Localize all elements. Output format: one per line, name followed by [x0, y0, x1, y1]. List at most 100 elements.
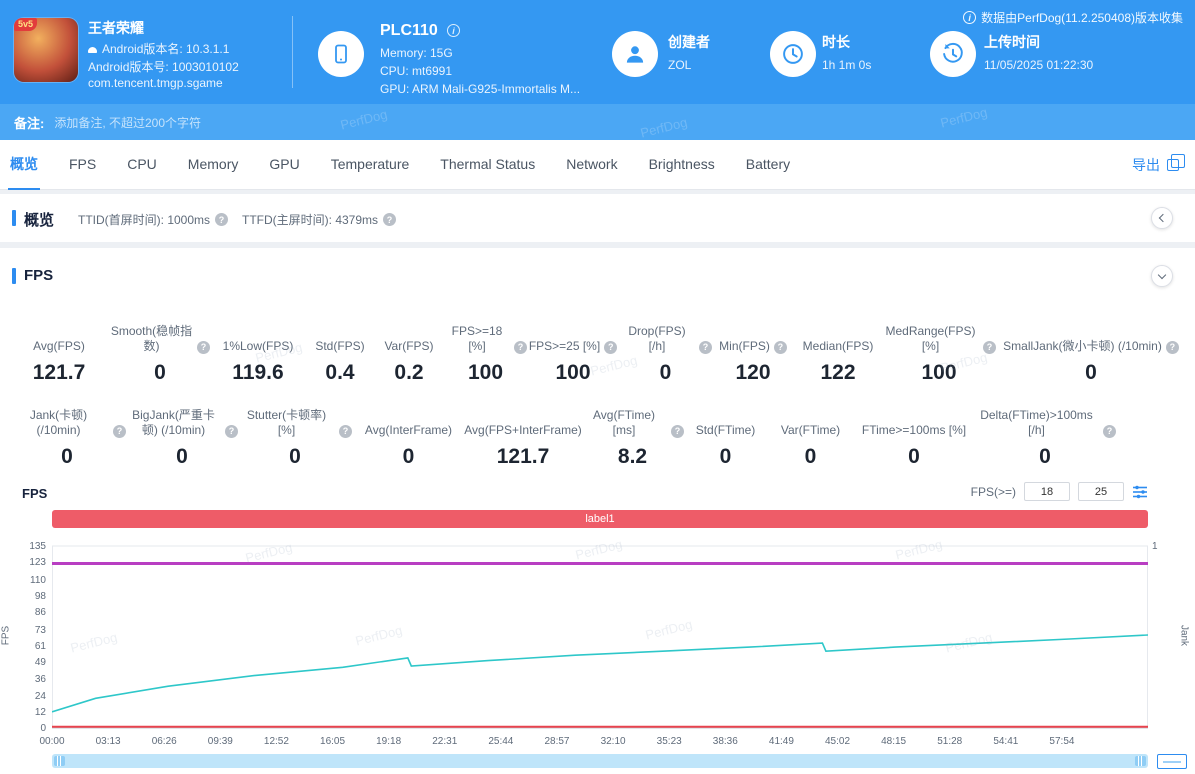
- help-icon[interactable]: ?: [774, 341, 787, 354]
- tab-fps[interactable]: FPS: [67, 140, 98, 190]
- help-icon[interactable]: ?: [514, 341, 527, 354]
- metric-fps-18: FPS>=18 [%]?100: [444, 314, 527, 385]
- note-bar[interactable]: 备注: 添加备注, 不超过200个字符: [0, 104, 1195, 140]
- x-tick: 19:18: [365, 736, 413, 747]
- chart-horizontal-scrollbar[interactable]: [52, 754, 1148, 768]
- android-icon: [88, 47, 97, 53]
- x-tick: 09:39: [196, 736, 244, 747]
- x-tick: 38:36: [701, 736, 749, 747]
- help-icon[interactable]: ?: [1166, 341, 1179, 354]
- help-icon[interactable]: ?: [383, 213, 396, 226]
- app-badge: 5v5: [14, 18, 37, 31]
- phone-icon: [318, 31, 364, 77]
- export-button[interactable]: 导出: [1132, 140, 1179, 190]
- note-placeholder: 添加备注, 不超过200个字符: [54, 114, 201, 131]
- metric-label: Avg(FPS+InterFrame): [464, 423, 581, 438]
- metric-value: 100: [468, 361, 503, 385]
- device-cpu: CPU: mt6991: [380, 64, 452, 78]
- metric-value: 0: [805, 445, 817, 469]
- help-icon[interactable]: ?: [604, 341, 617, 354]
- y-tick: 98: [16, 591, 46, 602]
- metric-jank-10min: Jank(卡顿) (/10min)?0: [8, 398, 126, 469]
- metric-label: Stutter(卡顿率) [%]: [238, 408, 335, 438]
- help-icon[interactable]: ?: [225, 425, 238, 438]
- metric-value: 121.7: [497, 445, 550, 469]
- tab-temperature[interactable]: Temperature: [329, 140, 412, 190]
- metric-std-fps: Std(FPS)0.4: [306, 314, 374, 385]
- metric-label: Jank(卡顿) (/10min): [8, 408, 109, 438]
- metric-value: 0: [403, 445, 415, 469]
- x-tick: 57:54: [1038, 736, 1086, 747]
- scrollbar-left-handle[interactable]: [54, 756, 65, 766]
- y-tick: 12: [16, 707, 46, 718]
- y-tick: 123: [16, 557, 46, 568]
- chart-settings-icon[interactable]: [1132, 484, 1148, 500]
- help-icon[interactable]: ?: [983, 341, 996, 354]
- device-info-icon[interactable]: i: [447, 24, 460, 37]
- metric-label: Delta(FTime)>100ms [/h]: [974, 408, 1099, 438]
- y-tick: 49: [16, 657, 46, 668]
- metric-value: 0.4: [325, 361, 354, 385]
- help-icon[interactable]: ?: [197, 341, 210, 354]
- scrollbar-end-button[interactable]: [1157, 754, 1187, 769]
- ttid-metric: TTID(首屏时间): 1000ms?: [78, 211, 228, 228]
- metric-value: 119.6: [232, 361, 283, 385]
- scrollbar-right-handle[interactable]: [1135, 756, 1146, 766]
- metric-label: Var(FTime): [781, 423, 840, 438]
- tab-thermal-status[interactable]: Thermal Status: [438, 140, 537, 190]
- help-icon[interactable]: ?: [339, 425, 352, 438]
- panel-accent: [12, 210, 16, 226]
- metric-median-fps: Median(FPS)122: [794, 314, 882, 385]
- overview-title: 概览: [24, 209, 54, 230]
- x-tick: 32:10: [589, 736, 637, 747]
- help-icon[interactable]: ?: [699, 341, 712, 354]
- help-icon[interactable]: ?: [1103, 425, 1116, 438]
- creator-icon: [612, 31, 658, 77]
- tab-cpu[interactable]: CPU: [125, 140, 159, 190]
- creator-value: ZOL: [668, 58, 691, 72]
- metric-smalljank-10min: SmallJank(微小卡顿) (/10min)?0: [996, 314, 1186, 385]
- chart-label-banner: label1: [52, 510, 1148, 528]
- duration-value: 1h 1m 0s: [822, 58, 871, 72]
- threshold-label: FPS(>=): [971, 485, 1016, 499]
- threshold-input-2[interactable]: [1078, 482, 1124, 501]
- tab-brightness[interactable]: Brightness: [647, 140, 717, 190]
- app-version-name: Android版本名: 10.3.1.1: [88, 40, 229, 57]
- help-icon[interactable]: ?: [215, 213, 228, 226]
- x-tick: 54:41: [982, 736, 1030, 747]
- help-icon[interactable]: ?: [113, 425, 126, 438]
- tab-memory[interactable]: Memory: [186, 140, 241, 190]
- tab-network[interactable]: Network: [564, 140, 619, 190]
- help-icon[interactable]: ?: [671, 425, 684, 438]
- device-model: PLC110: [380, 22, 438, 40]
- fps-collapse-button[interactable]: [1151, 265, 1173, 287]
- metric-ftime-100ms: FTime>=100ms [%]0: [854, 398, 974, 469]
- threshold-input-1[interactable]: [1024, 482, 1070, 501]
- y-tick-right: 1: [1152, 541, 1158, 552]
- x-tick: 45:02: [814, 736, 862, 747]
- metric-min-fps: Min(FPS)?120: [712, 314, 794, 385]
- tab-bar: 概览 FPS CPU Memory GPU Temperature Thermal Stat…: [0, 140, 1195, 190]
- metric-label: Avg(FPS): [33, 339, 85, 354]
- metric-medrange-fps: MedRange(FPS)[%]?100: [882, 314, 996, 385]
- y-tick: 110: [16, 575, 46, 586]
- metric-label: FTime>=100ms [%]: [862, 423, 966, 438]
- overview-collapse-button[interactable]: [1151, 207, 1173, 229]
- tab-overview[interactable]: 概览: [8, 140, 40, 190]
- metric-bigjank-10min: BigJank(严重卡顿) (/10min)?0: [126, 398, 238, 469]
- x-tick: 16:05: [309, 736, 357, 747]
- header: 5v5 王者荣耀 Android版本名: 10.3.1.1 Android版本号…: [0, 0, 1195, 104]
- metric-value: 122: [820, 361, 855, 385]
- metric-label: Std(FTime): [696, 423, 756, 438]
- tab-gpu[interactable]: GPU: [267, 140, 301, 190]
- tab-battery[interactable]: Battery: [744, 140, 792, 190]
- note-label: 备注:: [14, 113, 44, 132]
- chart-plot[interactable]: [52, 536, 1148, 732]
- metric-avg-fps: Avg(FPS)121.7: [8, 314, 110, 385]
- x-tick: 22:31: [421, 736, 469, 747]
- duration-label: 时长: [822, 32, 850, 52]
- info-icon[interactable]: i: [963, 11, 976, 24]
- metric-avg-fps-interframe: Avg(FPS+InterFrame) 121.7: [465, 398, 581, 469]
- y-axis-ticks: 13512311098867361493624120: [16, 536, 48, 732]
- fps-metrics-row-1: Avg(FPS)121.7Smooth(稳帧指数)?01%Low(FPS)119…: [8, 314, 1186, 385]
